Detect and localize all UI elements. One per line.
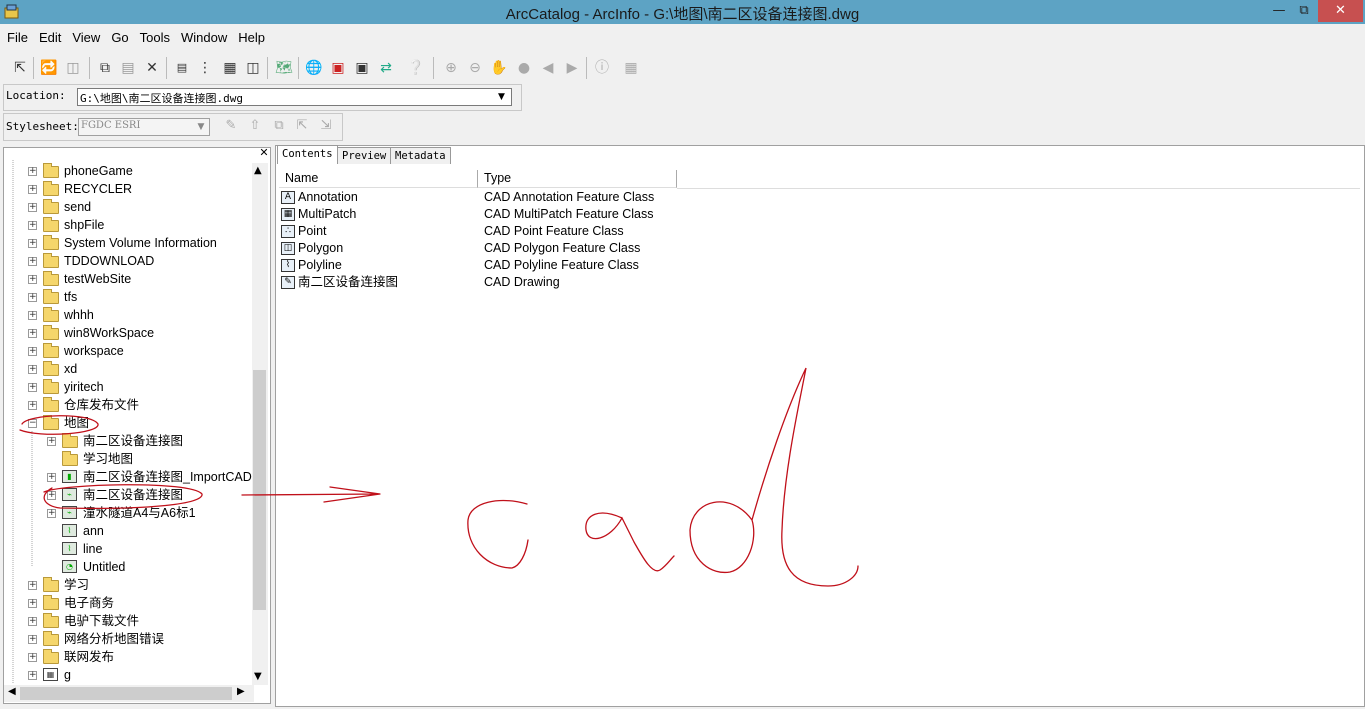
location-dropdown-arrow-icon[interactable]: ▼ xyxy=(493,89,510,105)
contents-item-type: CAD MultiPatch Feature Class xyxy=(484,207,654,221)
column-header-type[interactable]: Type xyxy=(478,170,677,188)
zoom-in-icon[interactable]: ⊕ xyxy=(440,57,462,79)
toolbar-separator xyxy=(298,57,299,79)
scroll-up-arrow-icon[interactable]: ▲ xyxy=(254,165,262,176)
forward-arrow-icon[interactable]: ▶ xyxy=(561,57,583,79)
full-extent-icon[interactable]: ● xyxy=(513,57,535,79)
globe-icon[interactable]: 🌐 xyxy=(303,57,325,79)
export-metadata-icon[interactable]: ⧉ xyxy=(269,118,289,138)
feature-class-icon: ∴ xyxy=(281,225,295,238)
scroll-down-arrow-icon[interactable]: ▼ xyxy=(254,671,262,682)
close-button[interactable]: ✕ xyxy=(1318,0,1363,22)
toolbar-separator xyxy=(586,57,587,79)
zoom-out-icon[interactable]: ⊖ xyxy=(464,57,486,79)
scroll-left-arrow-icon[interactable]: ◀ xyxy=(8,686,16,697)
feature-class-icon: A xyxy=(281,191,295,204)
minimize-button[interactable]: — xyxy=(1265,0,1293,22)
contents-item-name[interactable]: Polyline xyxy=(298,257,342,274)
feature-class-icon: ✎ xyxy=(281,276,295,289)
model-builder-icon[interactable]: ⇄ xyxy=(375,57,397,79)
contents-item-type: CAD Point Feature Class xyxy=(484,224,624,238)
contents-item-type: CAD Annotation Feature Class xyxy=(484,190,655,204)
header-line xyxy=(677,188,1360,189)
tab-contents[interactable]: Contents xyxy=(277,145,338,164)
update-metadata-icon[interactable]: ⇱ xyxy=(292,118,312,138)
contents-item-name[interactable]: MultiPatch xyxy=(298,206,356,223)
pan-hand-icon[interactable]: ✋ xyxy=(488,57,510,79)
contents-panel[interactable] xyxy=(275,145,1365,707)
column-header-name[interactable]: Name xyxy=(279,170,478,188)
contents-item-name[interactable]: Point xyxy=(298,223,327,240)
contents-item-name[interactable]: Polygon xyxy=(298,240,343,257)
feature-class-icon: ◫ xyxy=(281,242,295,255)
contents-item-type: CAD Drawing xyxy=(484,275,560,289)
maximize-button[interactable]: ⧉ xyxy=(1290,0,1318,22)
arctoolbox-icon[interactable]: ▣ xyxy=(327,57,349,79)
tree-dotted-lines xyxy=(12,160,33,684)
tab-metadata[interactable]: Metadata xyxy=(390,147,451,164)
scroll-right-arrow-icon[interactable]: ▶ xyxy=(237,686,245,697)
launch-arcmap-icon[interactable]: 🗺 xyxy=(273,57,295,79)
back-arrow-icon[interactable]: ◀ xyxy=(537,57,559,79)
contents-item-type: CAD Polyline Feature Class xyxy=(484,258,639,272)
contents-item-name[interactable]: Annotation xyxy=(298,189,358,206)
command-line-icon[interactable]: ▣ xyxy=(351,57,373,79)
metadata-properties-icon[interactable]: ⇲ xyxy=(316,118,336,138)
tree-horizontal-scroll-thumb[interactable] xyxy=(20,687,232,700)
toolbar-separator xyxy=(433,57,434,79)
tab-preview[interactable]: Preview xyxy=(337,147,392,164)
contents-item-type: CAD Polygon Feature Class xyxy=(484,241,641,255)
identify-icon[interactable]: ⓘ xyxy=(591,57,613,79)
contents-item-name[interactable]: 南二区设备连接图 xyxy=(298,274,398,291)
tree-vertical-scroll-thumb[interactable] xyxy=(253,370,266,610)
feature-class-icon: ▦ xyxy=(281,208,295,221)
whats-this-help-icon[interactable]: ❔ xyxy=(405,57,427,79)
feature-class-icon: ⌇ xyxy=(281,259,295,272)
create-thumbnail-icon[interactable]: ▦ xyxy=(620,57,642,79)
